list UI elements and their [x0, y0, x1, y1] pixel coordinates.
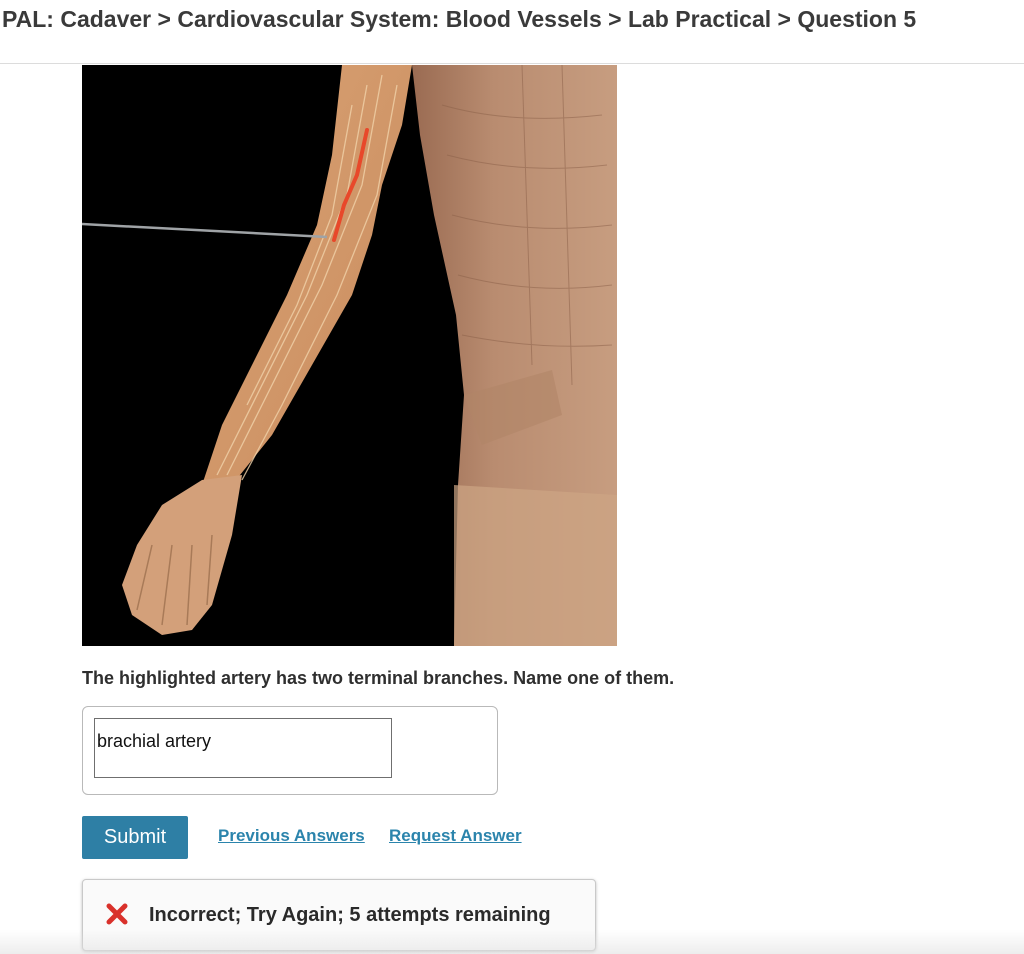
- breadcrumb: PAL: Cadaver > Cardiovascular System: Bl…: [2, 6, 917, 32]
- x-mark-icon: [105, 902, 129, 926]
- submit-button[interactable]: Submit: [82, 816, 188, 859]
- feedback-banner: Incorrect; Try Again; 5 attempts remaini…: [82, 879, 596, 951]
- answer-input[interactable]: brachial artery: [94, 718, 392, 778]
- previous-answers-link[interactable]: Previous Answers: [218, 826, 365, 846]
- request-answer-link[interactable]: Request Answer: [389, 826, 522, 846]
- feedback-message: Incorrect; Try Again; 5 attempts remaini…: [149, 904, 551, 926]
- page-header: PAL: Cadaver > Cardiovascular System: Bl…: [0, 0, 1024, 64]
- question-prompt: The highlighted artery has two terminal …: [82, 668, 675, 688]
- answer-container: brachial artery: [82, 706, 498, 795]
- cadaver-arm-image: [82, 65, 617, 646]
